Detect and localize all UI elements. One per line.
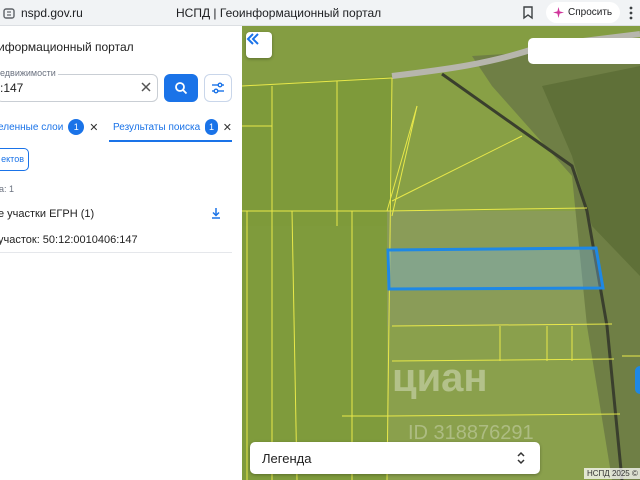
search-icon <box>175 82 188 95</box>
search-input-label: едвижимости <box>0 68 58 78</box>
selected-parcel[interactable] <box>386 246 605 291</box>
tab-search-results-label: Результаты поиска <box>113 121 201 133</box>
bookmark-icon[interactable] <box>521 5 535 20</box>
result-group-title[interactable]: е участки ЕГРН (1) <box>0 208 94 220</box>
map-control-box[interactable] <box>528 38 640 64</box>
panel-title: иформационный портал <box>0 40 134 54</box>
double-chevron-left-icon <box>246 33 259 45</box>
map-view[interactable]: циан ID 318876291 Легенда НСПД 2025 © <box>242 26 640 480</box>
chevron-up-down-icon <box>517 451 525 465</box>
watermark-logo: циан <box>392 356 488 400</box>
close-icon[interactable]: ✕ <box>223 121 232 134</box>
close-icon[interactable]: ✕ <box>89 121 98 134</box>
legend-dropdown[interactable]: Легенда <box>250 442 540 474</box>
divider <box>0 252 232 253</box>
satellite-map[interactable] <box>242 26 640 480</box>
page-title: НСПД | Геоинформационный портал <box>176 6 382 20</box>
search-button[interactable] <box>164 74 198 102</box>
objects-button[interactable]: ектов <box>0 148 29 171</box>
tab-selected-layers[interactable]: еленные слои 1 ✕ <box>0 114 99 140</box>
search-input-value[interactable]: :147 <box>0 81 23 95</box>
ask-button[interactable]: Спросить <box>546 2 620 23</box>
search-input[interactable] <box>0 74 158 102</box>
legend-label: Легенда <box>262 451 312 466</box>
tab-search-results[interactable]: Результаты поиска 1 ✕ <box>109 114 232 142</box>
result-item[interactable]: участок: 50:12:0010406:147 <box>0 234 138 246</box>
browser-bar: nspd.gov.ru НСПД | Геоинформационный пор… <box>0 0 640 26</box>
sparkle-icon <box>553 7 564 18</box>
filter-settings-button[interactable] <box>204 74 232 102</box>
tab-selected-layers-badge: 1 <box>68 119 85 135</box>
site-info-icon[interactable] <box>2 6 16 20</box>
search-panel: иформационный портал едвижимости :147 ел… <box>0 26 242 480</box>
found-count: а: 1 <box>0 184 15 194</box>
objects-button-label: ектов <box>1 154 24 164</box>
map-copyright: НСПД 2025 © <box>584 468 640 479</box>
more-menu-icon[interactable] <box>626 5 636 21</box>
tab-search-results-badge: 1 <box>205 119 218 135</box>
tab-selected-layers-label: еленные слои <box>0 121 64 133</box>
address-bar[interactable]: nspd.gov.ru <box>21 6 83 20</box>
collapse-panel-button[interactable] <box>246 32 272 58</box>
close-icon[interactable] <box>140 81 152 93</box>
download-icon[interactable] <box>210 207 222 219</box>
ask-button-label: Спросить <box>568 7 613 18</box>
sliders-icon <box>212 82 224 94</box>
